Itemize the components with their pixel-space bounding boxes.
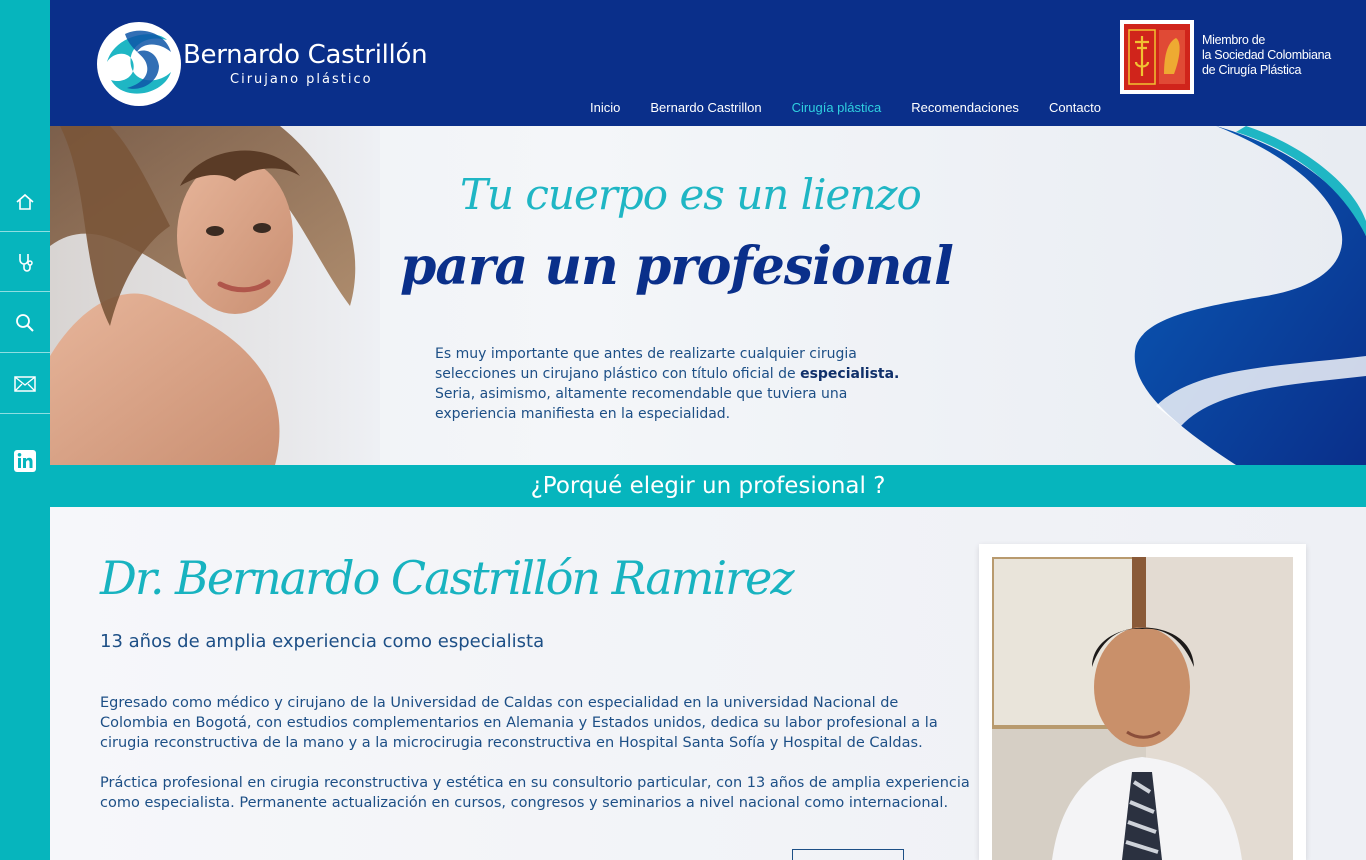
bio-paragraph-1: Egresado como médico y cirujano de la Un… xyxy=(100,695,938,751)
logo-swirl-icon xyxy=(99,24,179,104)
doctor-subtitle: 13 años de amplia experiencia como espec… xyxy=(100,631,545,652)
site-header: Bernardo Castrillón Cirujano plástico In… xyxy=(50,0,1366,126)
home-icon xyxy=(16,193,34,210)
hero-title-line-1: Tu cuerpo es un lienzo xyxy=(460,170,922,219)
society-membership: Miembro de la Sociedad Colombiana de Cir… xyxy=(1202,33,1331,78)
bio-paragraph-2: Práctica profesional en cirugia reconstr… xyxy=(100,775,970,811)
hero-swoosh-decoration xyxy=(1134,126,1366,465)
mail-icon xyxy=(14,375,36,392)
nav-item-inicio[interactable]: Inicio xyxy=(590,100,620,115)
doctor-name: Dr. Bernardo Castrillón Ramirez xyxy=(100,551,795,605)
sidebar-linkedin-button[interactable] xyxy=(0,431,50,491)
search-icon xyxy=(16,313,34,332)
hero-text-part-2: Seria, asimismo, altamente recomendable … xyxy=(435,386,848,422)
brand-name[interactable]: Bernardo Castrillón xyxy=(183,40,428,70)
member-line-1: Miembro de xyxy=(1202,33,1265,47)
hero-text-bold: especialista. xyxy=(800,366,900,382)
main-nav: Inicio Bernardo Castrillon Cirugía plást… xyxy=(590,100,1101,115)
hero-description: Es muy importante que antes de realizart… xyxy=(435,344,905,424)
stethoscope-icon xyxy=(19,253,33,272)
sidebar-mail-button[interactable] xyxy=(0,354,50,414)
sidebar-home-button[interactable] xyxy=(0,172,50,232)
member-line-2: la Sociedad Colombiana xyxy=(1202,48,1331,62)
doctor-photo-frame xyxy=(979,544,1306,860)
nav-item-cirugia-plastica[interactable]: Cirugía plástica xyxy=(792,100,882,115)
hero-title-line-2: para un profesional xyxy=(400,236,954,297)
logo-mark[interactable] xyxy=(97,22,181,106)
member-line-3: de Cirugía Plástica xyxy=(1202,63,1302,77)
hero-text-part-1: Es muy importante que antes de realizart… xyxy=(435,346,857,382)
doctor-portrait-image xyxy=(992,557,1293,860)
sidebar-search-button[interactable] xyxy=(0,293,50,353)
why-professional-band: ¿Porqué elegir un profesional ? xyxy=(50,465,1366,507)
doctor-bio: Egresado como médico y cirujano de la Un… xyxy=(100,693,970,833)
nav-item-bernardo-castrillon[interactable]: Bernardo Castrillon xyxy=(650,100,761,115)
linkedin-icon xyxy=(14,450,36,472)
social-sidebar xyxy=(0,0,50,860)
society-emblem-icon xyxy=(1124,24,1190,90)
nav-item-contacto[interactable]: Contacto xyxy=(1049,100,1101,115)
sidebar-surgery-button[interactable] xyxy=(0,232,50,292)
read-more-button[interactable] xyxy=(792,849,904,860)
society-seal[interactable] xyxy=(1120,20,1194,94)
hero-banner: Tu cuerpo es un lienzo para un profesion… xyxy=(50,126,1366,465)
hero-model-image xyxy=(50,126,380,465)
band-title: ¿Porqué elegir un profesional ? xyxy=(530,473,886,499)
nav-item-recomendaciones[interactable]: Recomendaciones xyxy=(911,100,1019,115)
brand-tagline: Cirujano plástico xyxy=(230,72,373,87)
doctor-profile-section: Dr. Bernardo Castrillón Ramirez 13 años … xyxy=(50,507,1366,860)
